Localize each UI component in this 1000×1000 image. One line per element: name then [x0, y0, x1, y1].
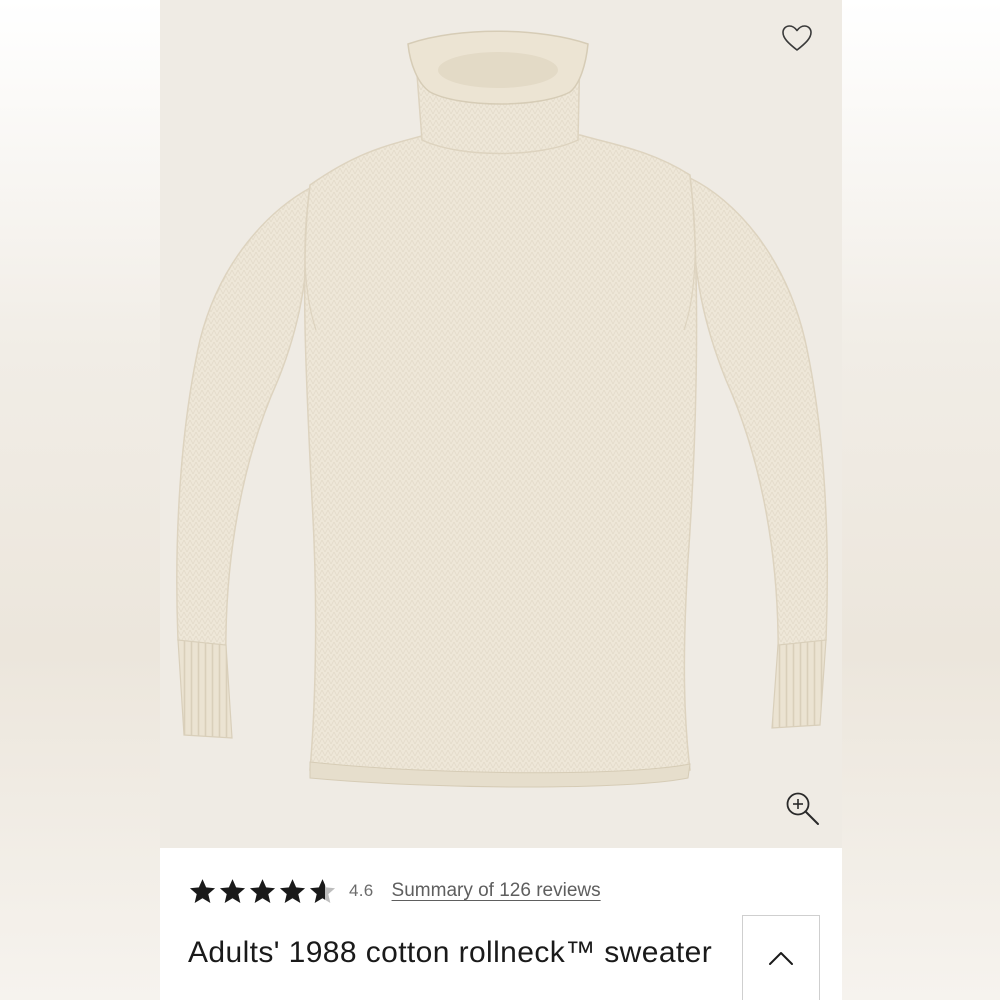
rating-value: 4.6: [349, 881, 374, 900]
product-card: 4.6 Summary of 126 reviews Adults' 1988 …: [160, 0, 842, 1000]
rating-stars: [188, 877, 337, 906]
wishlist-button[interactable]: [776, 18, 818, 58]
star-half-icon: [309, 878, 336, 903]
star-icon: [279, 878, 306, 903]
star-icon: [249, 878, 276, 903]
zoom-button[interactable]: [780, 786, 826, 832]
heart-icon: [782, 25, 812, 51]
collapse-button[interactable]: [742, 915, 820, 1000]
product-details: 4.6 Summary of 126 reviews Adults' 1988 …: [160, 848, 842, 1000]
chevron-up-icon: [769, 952, 793, 965]
sweater-image: [176, 30, 829, 788]
rating-row: 4.6 Summary of 126 reviews: [188, 874, 601, 908]
zoom-in-icon: [786, 792, 819, 825]
product-image[interactable]: [160, 0, 842, 848]
star-icon: [189, 878, 216, 903]
reviews-summary-link[interactable]: Summary of 126 reviews: [392, 880, 601, 902]
star-icon: [219, 878, 246, 903]
product-title: Adults' 1988 cotton rollneck™ sweater: [188, 936, 713, 969]
backdrop-right: [842, 0, 1000, 1000]
backdrop-left: [0, 0, 160, 1000]
